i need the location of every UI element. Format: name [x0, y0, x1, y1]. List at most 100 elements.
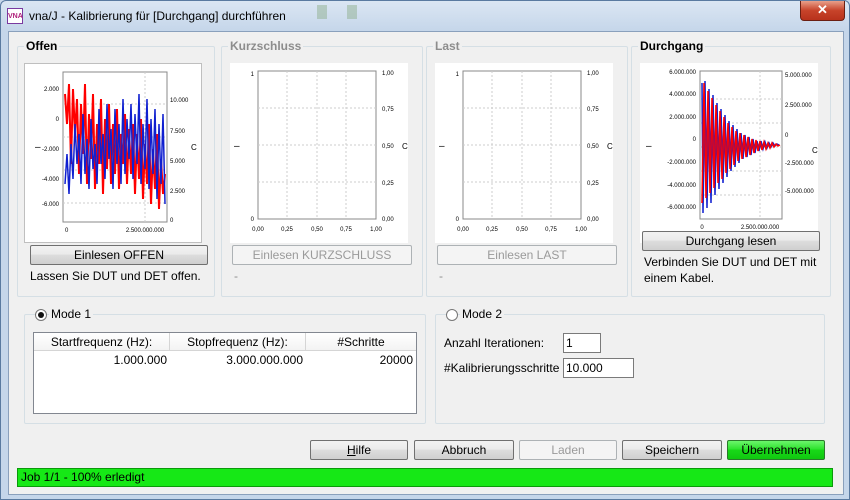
- cell-startfrequenz[interactable]: 1.000.000: [34, 352, 170, 368]
- right-tick-label: 0,75: [382, 107, 394, 113]
- cell-stopfrequenz[interactable]: 3.000.000.000: [170, 352, 306, 368]
- durchgang-chart-plot: 6.000.000 4.000.000 2.000.000 0 -2.000.0…: [646, 70, 818, 231]
- y-left-axis-label: –: [234, 141, 240, 152]
- right-tick-label: 0,75: [587, 107, 599, 113]
- durchgang-description-line2: einem Kabel.: [644, 271, 715, 285]
- right-tick-label: 0: [170, 218, 174, 224]
- vna-app-icon: VNA: [7, 8, 23, 24]
- panel-title: Durchgang: [638, 39, 706, 53]
- offen-chart: 2.000 0 -2.000 -4.000 -6.000 10.000 7.50…: [24, 63, 202, 243]
- durchgang-description-line1: Verbinden Sie DUT und DET mit: [644, 255, 817, 269]
- x-tick-label: 0,00: [252, 227, 264, 233]
- x-tick-label: 1,00: [370, 227, 382, 233]
- last-chart: 1 0 1,00 0,75 0,50 0,25 0,00 0,00 0,25 0…: [435, 63, 613, 243]
- background-window-icon: [347, 5, 357, 19]
- durchgang-chart: 6.000.000 4.000.000 2.000.000 0 -2.000.0…: [640, 63, 818, 243]
- right-tick-label: 7.500: [170, 129, 186, 135]
- frequency-table: Startfrequenz (Hz): Stopfrequenz (Hz): #…: [33, 332, 417, 414]
- help-button-label: Hilfe: [346, 443, 371, 457]
- close-button[interactable]: ✕: [800, 1, 845, 21]
- dialog-client-area: Offen 2.000 0 -2.000 -4.000 -6.000 10.00…: [8, 31, 844, 495]
- left-tick-label: -4.000.000: [667, 183, 696, 189]
- x-tick-label: 0,75: [545, 227, 557, 233]
- last-description: -: [439, 269, 443, 283]
- left-tick-label: 2.000.000: [669, 115, 696, 121]
- right-tick-label: 2.500.000: [785, 103, 812, 109]
- x-tick-label: 0,50: [311, 227, 323, 233]
- x-tick-label: 0,75: [340, 227, 352, 233]
- kalibrierungsschritte-input[interactable]: 10.000: [563, 358, 634, 378]
- right-tick-label: 0: [785, 133, 789, 139]
- y-left-axis-label: –: [646, 141, 652, 152]
- y-right-axis-label: C: [191, 143, 197, 152]
- left-tick-label: 1: [251, 72, 255, 78]
- calibration-dialog: VNA vna/J - Kalibrierung für [Durchgang]…: [0, 0, 850, 500]
- mode2-group: Mode 2 Anzahl Iterationen: 1 #Kalibrieru…: [435, 307, 825, 424]
- title-bar[interactable]: VNA vna/J - Kalibrierung für [Durchgang]…: [1, 1, 849, 31]
- einlesen-offen-button[interactable]: Einlesen OFFEN: [30, 245, 208, 265]
- y-left-axis-label: –: [439, 141, 445, 152]
- cancel-button[interactable]: Abbruch: [414, 440, 514, 460]
- right-tick-label: -2.500.000: [785, 161, 814, 167]
- left-tick-label: 1: [456, 72, 460, 78]
- left-tick-label: 4.000.000: [669, 92, 696, 98]
- kurzschluss-chart: 1 0 1,00 0,75 0,50 0,25 0,00 0,00 0,25 0…: [230, 63, 408, 243]
- progress-status-bar: Job 1/1 - 100% erledigt: [17, 468, 833, 487]
- right-tick-label: 0,50: [587, 144, 599, 150]
- left-tick-label: -2.000.000: [667, 160, 696, 166]
- mode1-radio[interactable]: [35, 309, 47, 321]
- mode1-label[interactable]: Mode 1: [49, 307, 94, 321]
- kurzschluss-chart-plot: 1 0 1,00 0,75 0,50 0,25 0,00 0,00 0,25 0…: [234, 70, 408, 233]
- x-tick-label: 2.500.000.000: [126, 228, 165, 234]
- mode1-group: Mode 1 Startfrequenz (Hz): Stopfrequenz …: [24, 307, 426, 424]
- einlesen-kurzschluss-button[interactable]: Einlesen KURZSCHLUSS: [232, 245, 412, 265]
- x-tick-label: 0,50: [516, 227, 528, 233]
- panel-title: Kurzschluss: [228, 39, 304, 53]
- panel-offen: Offen 2.000 0 -2.000 -4.000 -6.000 10.00…: [17, 39, 215, 297]
- durchgang-lesen-button[interactable]: Durchgang lesen: [642, 231, 820, 251]
- right-tick-label: 5.000: [170, 159, 186, 165]
- right-tick-label: 1,00: [382, 71, 394, 77]
- background-window-icon: [317, 5, 327, 19]
- left-tick-label: 2.000: [44, 87, 60, 93]
- y-right-axis-label: C: [402, 142, 408, 151]
- y-left-axis-label: –: [35, 142, 41, 153]
- x-tick-label: 0,00: [457, 227, 469, 233]
- y-right-axis-label: C: [607, 142, 613, 151]
- last-chart-plot: 1 0 1,00 0,75 0,50 0,25 0,00 0,00 0,25 0…: [439, 70, 613, 233]
- x-tick-label: 0,25: [281, 227, 293, 233]
- panel-title: Offen: [24, 39, 60, 53]
- right-tick-label: -5.000.000: [785, 189, 814, 195]
- offen-description: Lassen Sie DUT und DET offen.: [30, 269, 201, 283]
- right-tick-label: 0,00: [587, 217, 599, 223]
- mode2-label[interactable]: Mode 2: [460, 307, 505, 321]
- panel-last: Last 1 0 1,00 0,75 0,50 0,25 0,00 0,00 0…: [426, 39, 628, 297]
- apply-button[interactable]: Übernehmen: [727, 440, 825, 460]
- right-tick-label: 0,00: [382, 217, 394, 223]
- panel-durchgang: Durchgang 6.000.000 4.000.000 2.000.000 …: [631, 39, 831, 297]
- mode2-radio[interactable]: [446, 309, 458, 321]
- right-tick-label: 10.000: [170, 98, 189, 104]
- right-tick-label: 1,00: [587, 71, 599, 77]
- kalibrierungsschritte-label: #Kalibrierungsschritte: [444, 361, 560, 375]
- column-header-startfrequenz[interactable]: Startfrequenz (Hz):: [34, 333, 170, 351]
- save-button[interactable]: Speichern: [622, 440, 722, 460]
- right-tick-label: 0,50: [382, 144, 394, 150]
- iterations-label: Anzahl Iterationen:: [444, 336, 545, 350]
- help-button[interactable]: Hilfe: [310, 440, 408, 460]
- left-tick-label: -4.000: [42, 177, 60, 183]
- right-tick-label: 0,25: [587, 181, 599, 187]
- cell-schritte[interactable]: 20000: [306, 352, 416, 368]
- einlesen-last-button[interactable]: Einlesen LAST: [437, 245, 617, 265]
- column-header-stopfrequenz[interactable]: Stopfrequenz (Hz):: [170, 333, 306, 351]
- panel-title: Last: [433, 39, 462, 53]
- left-tick-label: 0: [56, 117, 60, 123]
- kurzschluss-description: -: [234, 269, 238, 283]
- x-tick-label: 1,00: [575, 227, 587, 233]
- load-button[interactable]: Laden: [519, 440, 617, 460]
- column-header-schritte[interactable]: #Schritte: [306, 333, 416, 351]
- left-tick-label: -2.000: [42, 147, 60, 153]
- iterations-input[interactable]: 1: [563, 333, 601, 353]
- panel-kurzschluss: Kurzschluss 1 0 1,00 0,75 0,50 0,25 0,00…: [221, 39, 423, 297]
- y-right-axis-label: C: [812, 146, 818, 155]
